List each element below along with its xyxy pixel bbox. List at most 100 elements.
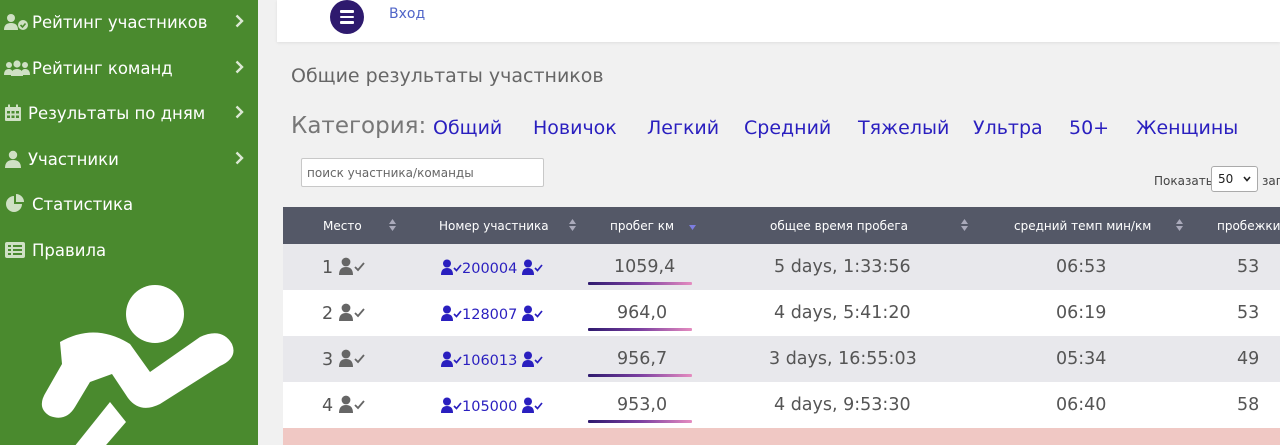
chevron-right-icon (235, 14, 244, 28)
place-cell: 3 (322, 349, 365, 370)
user-check-icon (521, 305, 543, 321)
calendar-icon (4, 102, 26, 124)
place-cell: 4 (322, 395, 365, 416)
category-link-ultra[interactable]: Ультра (973, 117, 1043, 139)
user-check-icon (441, 397, 462, 413)
runs-cell: 53 (1237, 257, 1260, 277)
total-time-cell: 4 days, 5:41:20 (774, 303, 911, 323)
table-row[interactable]: 3 106013 956,7 3 days, 16:55:03 05:34 49 (283, 336, 1280, 382)
sidebar: Рейтинг участников Рейтинг команд Резуль… (0, 0, 258, 445)
hamburger-icon (340, 10, 354, 13)
user-check-icon (521, 351, 543, 367)
chevron-down-icon (1243, 176, 1251, 182)
sort-desc-icon[interactable] (689, 219, 696, 231)
sidebar-item-label: Статистика (32, 194, 134, 214)
sidebar-item-label: Рейтинг участников (32, 12, 208, 32)
participant-number-link[interactable]: 106013 (441, 351, 543, 369)
pace-cell: 06:53 (1056, 257, 1107, 277)
user-check-icon (521, 397, 543, 413)
distance-cell: 1059,4 (614, 257, 676, 277)
column-header-number[interactable]: Номер участника (439, 219, 549, 233)
distance-bar (588, 328, 692, 331)
user-check-icon (338, 395, 365, 413)
user-check-icon (441, 351, 462, 367)
participant-number-link[interactable]: 128007 (441, 305, 543, 323)
sidebar-item-participants[interactable]: Участники (0, 139, 258, 179)
table-row[interactable]: 1 200004 1059,4 5 days, 1:33:56 06:53 53 (283, 244, 1280, 290)
runs-cell: 58 (1237, 395, 1260, 415)
sidebar-item-label: Рейтинг команд (32, 58, 173, 78)
pace-cell: 06:40 (1056, 395, 1107, 415)
sidebar-item-label: Результаты по дням (28, 103, 206, 123)
category-link-50plus[interactable]: 50+ (1069, 117, 1109, 139)
category-link-novice[interactable]: Новичок (533, 117, 617, 139)
participant-number-link[interactable]: 200004 (441, 259, 543, 277)
sort-icon[interactable] (961, 219, 968, 231)
sidebar-item-participant-rating[interactable]: Рейтинг участников (0, 2, 258, 42)
total-time-cell: 5 days, 1:33:56 (774, 257, 911, 277)
user-check-icon (338, 303, 365, 321)
table-row[interactable]: 4 105000 953,0 4 days, 9:53:30 06:40 58 (283, 382, 1280, 428)
category-label: Категория: (291, 113, 427, 139)
user-check-icon (521, 259, 543, 275)
distance-cell: 953,0 (617, 395, 668, 415)
search-input[interactable] (301, 158, 544, 187)
sort-icon[interactable] (389, 219, 396, 231)
participant-number-link[interactable]: 105000 (441, 397, 543, 415)
user-check-icon (441, 259, 462, 275)
place-cell: 1 (322, 257, 365, 278)
chevron-right-icon (235, 60, 244, 74)
pace-cell: 06:19 (1056, 303, 1107, 323)
distance-bar (588, 420, 692, 423)
sort-icon[interactable] (1176, 219, 1183, 231)
sort-icon[interactable] (569, 219, 576, 231)
total-time-cell: 3 days, 16:55:03 (769, 349, 917, 369)
chevron-right-icon (235, 151, 244, 165)
user-check-icon (338, 257, 365, 275)
category-link-women[interactable]: Женщины (1136, 117, 1238, 139)
table-row[interactable]: 2 128007 964,0 4 days, 5:41:20 06:19 53 (283, 290, 1280, 336)
runner-logo-icon (41, 285, 234, 445)
login-link[interactable]: Вход (389, 6, 425, 22)
pace-cell: 05:34 (1056, 349, 1107, 369)
sidebar-item-statistics[interactable]: Статистика (0, 184, 258, 224)
table-header: Место Номер участника пробег км общее вр… (283, 207, 1280, 244)
category-link-heavy[interactable]: Тяжелый (858, 117, 949, 139)
distance-cell: 964,0 (617, 303, 668, 323)
sidebar-item-label: Участники (28, 149, 119, 169)
distance-cell: 956,7 (617, 349, 668, 369)
page-size-select[interactable]: 50 (1211, 166, 1258, 192)
sidebar-item-daily-results[interactable]: Результаты по дням (0, 93, 258, 133)
sidebar-item-rules[interactable]: Правила (0, 230, 258, 270)
show-entries-label: Показать (1154, 174, 1213, 188)
column-header-runs[interactable]: пробежки (1217, 219, 1280, 233)
total-time-cell: 4 days, 9:53:30 (774, 395, 911, 415)
sidebar-item-label: Правила (32, 240, 107, 260)
runs-cell: 49 (1237, 349, 1260, 369)
list-icon (4, 239, 30, 261)
chevron-right-icon (235, 105, 244, 119)
page-title: Общие результаты участников (291, 65, 604, 87)
runs-cell: 53 (1237, 303, 1260, 323)
user-check-icon (338, 349, 365, 367)
category-link-medium[interactable]: Средний (744, 117, 831, 139)
place-cell: 2 (322, 303, 365, 324)
user-check-icon (4, 11, 30, 33)
menu-button[interactable] (330, 0, 364, 34)
top-bar: Вход (277, 0, 1280, 42)
table-row[interactable] (283, 428, 1280, 445)
users-icon (4, 57, 30, 79)
column-header-total-time[interactable]: общее время пробега (770, 219, 908, 233)
column-header-place[interactable]: Место (323, 219, 362, 233)
category-link-light[interactable]: Легкий (647, 117, 719, 139)
user-check-icon (441, 305, 462, 321)
distance-bar (588, 374, 692, 377)
column-header-pace[interactable]: средний темп мин/км (1014, 219, 1151, 233)
column-header-distance[interactable]: пробег км (610, 219, 674, 233)
entries-label: зап (1262, 174, 1280, 188)
category-link-general[interactable]: Общий (433, 117, 502, 139)
distance-bar (588, 282, 692, 285)
user-icon (4, 148, 26, 170)
sidebar-item-team-rating[interactable]: Рейтинг команд (0, 48, 258, 88)
pie-chart-icon (4, 193, 30, 215)
